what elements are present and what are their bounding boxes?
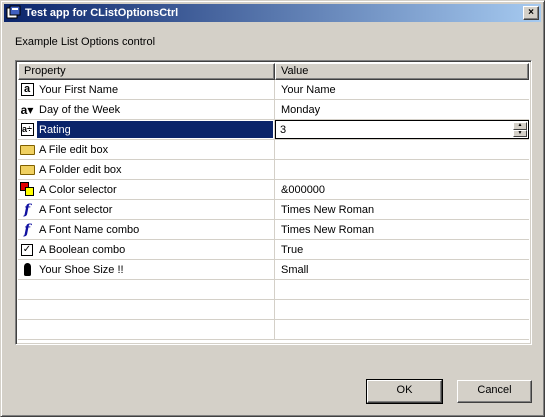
font-icon: f [23,201,31,218]
row-label: A Color selector [39,183,117,196]
row-label: A Font selector [39,203,113,216]
row-label: Your Shoe Size !! [39,263,124,276]
spin-edit-icon: a÷ [20,123,34,136]
rating-spin-editor[interactable]: ▲ ▼ [275,120,529,139]
text-combo-icon: a▾ [20,102,34,117]
title-bar[interactable]: Test app for CListOptionsCtrl × [4,4,541,22]
row-value[interactable]: True [275,240,529,259]
row-label: A File edit box [39,143,109,156]
color-icon [19,182,35,198]
row-value[interactable]: Small [275,260,529,279]
empty-row [18,280,529,300]
description-label: Example List Options control [15,36,156,48]
dialog-window: Test app for CListOptionsCtrl × Example … [0,0,545,417]
list-header: Property Value [18,63,529,80]
app-icon [6,5,22,21]
close-button[interactable]: × [523,6,539,20]
checkbox-icon: ✓ [21,243,33,256]
list-row-first-name[interactable]: a Your First Name Your Name [18,80,529,100]
list-row-rating[interactable]: a÷ Rating ▲ ▼ [18,120,529,140]
row-label: A Font Name combo [39,223,140,236]
list-row-shoe-size[interactable]: Your Shoe Size !! Small [18,260,529,280]
list-row-day-of-week[interactable]: a▾ Day of the Week Monday [18,100,529,120]
list-row-file-edit[interactable]: A File edit box [18,140,529,160]
list-row-color-selector[interactable]: A Color selector &000000 [18,180,529,200]
row-value[interactable] [275,160,529,179]
row-value[interactable]: Times New Roman [275,220,529,239]
row-value[interactable]: Monday [275,100,529,119]
spin-up-button[interactable]: ▲ [513,122,527,130]
row-value[interactable]: &000000 [275,180,529,199]
shoe-icon [19,262,35,278]
list-rows: a Your First Name Your Name a▾ Day of th… [18,80,529,340]
ok-button[interactable]: OK [366,379,443,404]
cancel-button[interactable]: Cancel [457,380,532,403]
row-value[interactable]: Times New Roman [275,200,529,219]
spin-buttons[interactable]: ▲ ▼ [513,122,527,137]
list-row-boolean-combo[interactable]: ✓ A Boolean combo True [18,240,529,260]
text-edit-icon: a [19,82,35,98]
list-row-font-selector[interactable]: f A Font selector Times New Roman [18,200,529,220]
column-header-value[interactable]: Value [275,63,529,80]
row-value[interactable] [275,140,529,159]
list-row-folder-edit[interactable]: A Folder edit box [18,160,529,180]
column-header-property[interactable]: Property [18,63,275,80]
row-value[interactable]: Your Name [275,80,529,99]
spin-down-button[interactable]: ▼ [513,129,527,137]
row-label: Rating [39,123,71,136]
options-list[interactable]: Property Value a Your First Name Your Na… [15,60,532,345]
row-label: Your First Name [39,83,119,96]
window-title: Test app for CListOptionsCtrl [25,7,179,19]
row-label: A Folder edit box [39,163,122,176]
folder-open-icon [19,142,35,158]
folder-open-icon [19,162,35,178]
list-row-font-name-combo[interactable]: f A Font Name combo Times New Roman [18,220,529,240]
font-icon: f [23,221,31,238]
row-label: A Boolean combo [39,243,126,256]
empty-row [18,300,529,320]
empty-row [18,320,529,340]
row-label: Day of the Week [39,103,121,116]
rating-input[interactable] [276,123,476,136]
